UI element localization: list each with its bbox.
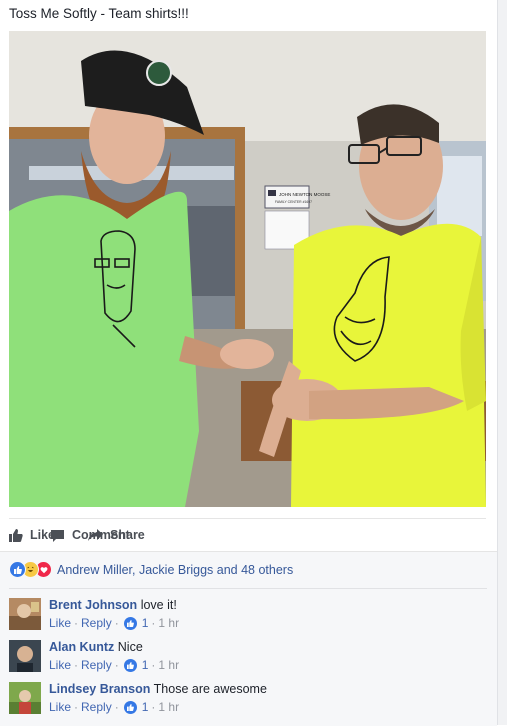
like-reaction-icon [9, 561, 26, 578]
comment-label: Comment [72, 528, 130, 542]
post-card: Toss Me Softly - Team shirts!!! JOHN NEW… [0, 0, 498, 726]
comment-text: Nice [117, 640, 143, 654]
comment-like-count[interactable]: 1 [142, 616, 149, 630]
comment-text: love it! [140, 598, 177, 612]
sign-title: JOHN NEWTON MOOSE [279, 192, 330, 197]
like-count-icon [123, 658, 137, 672]
scrollbar[interactable] [497, 0, 507, 725]
comment-time[interactable]: 1 hr [158, 658, 179, 672]
like-count-icon [123, 616, 137, 630]
thumbs-up-icon [9, 528, 23, 542]
comment-reply-link[interactable]: Reply [81, 616, 112, 630]
avatar[interactable] [9, 682, 41, 714]
sign-subtitle: FAMILY CENTER #1607 [275, 200, 312, 204]
post-text: Toss Me Softly - Team shirts!!! [9, 6, 189, 21]
comment-time[interactable]: 1 hr [158, 616, 179, 630]
photo-illustration: JOHN NEWTON MOOSE FAMILY CENTER #1607 [9, 31, 486, 507]
avatar[interactable] [9, 640, 41, 672]
post-photo[interactable]: JOHN NEWTON MOOSE FAMILY CENTER #1607 [9, 31, 486, 507]
avatar[interactable] [9, 598, 41, 630]
like-count-icon [123, 700, 137, 714]
post-action-bar: Like Comment Share [9, 518, 486, 551]
comment-text: Those are awesome [153, 682, 267, 696]
comment-author[interactable]: Alan Kuntz [49, 640, 114, 654]
reaction-icons [9, 561, 52, 578]
comment-button[interactable]: Comment [50, 528, 507, 542]
comment-like-count[interactable]: 1 [142, 700, 149, 714]
reaction-names[interactable]: Andrew Miller, Jackie Briggs and 48 othe… [57, 563, 293, 577]
comment-author[interactable]: Lindsey Branson [49, 682, 150, 696]
comment-reply-link[interactable]: Reply [81, 700, 112, 714]
divider [9, 588, 487, 589]
reaction-summary[interactable]: Andrew Miller, Jackie Briggs and 48 othe… [9, 561, 293, 578]
comment-like-link[interactable]: Like [49, 700, 71, 714]
comment-author[interactable]: Brent Johnson [49, 598, 137, 612]
comment-like-link[interactable]: Like [49, 616, 71, 630]
reactions-and-comments: Andrew Miller, Jackie Briggs and 48 othe… [0, 551, 497, 726]
comment-like-link[interactable]: Like [49, 658, 71, 672]
comment-time[interactable]: 1 hr [158, 700, 179, 714]
like-button[interactable]: Like [9, 528, 55, 542]
comment-reply-link[interactable]: Reply [81, 658, 112, 672]
comment-like-count[interactable]: 1 [142, 658, 149, 672]
comment-icon [51, 529, 64, 542]
